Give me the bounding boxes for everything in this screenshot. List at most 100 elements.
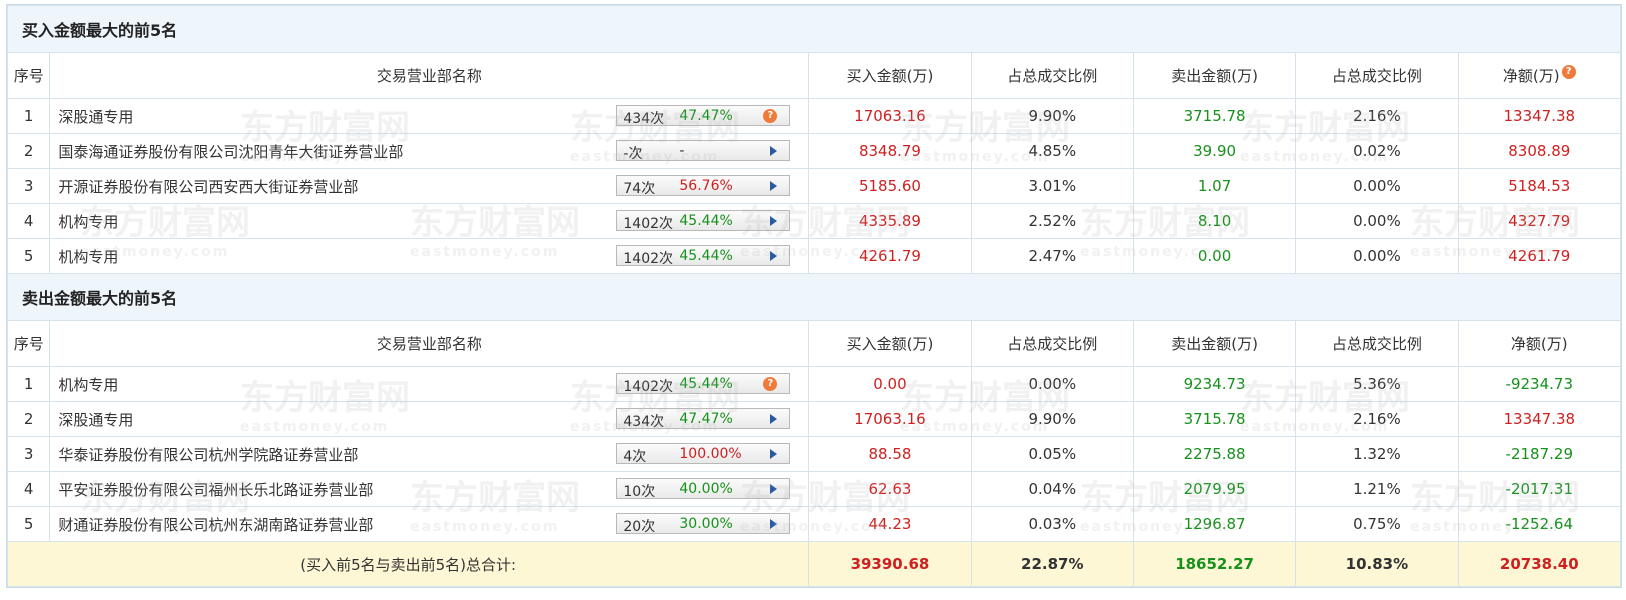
seat-cell: 国泰海通证券股份有限公司沈阳青年大街证券营业部 -次 - [49,133,810,169]
buy-amount: 4335.89 [808,203,972,239]
seat-stats-button[interactable]: 434次 47.47%? [616,105,791,127]
table-row: 1 深股通专用 434次 47.47%? 17063.16 9.90% 3715.78 2.1… [6,98,1622,134]
col-header-index: 序号 [6,52,51,99]
row-index: 3 [6,168,51,204]
seat-count: 434次 [623,414,665,430]
total-buy: 39390.68 [808,541,972,587]
sell-amount: 39.90 [1132,133,1297,169]
table-row: 2 深股通专用 434次 47.47% 17063.16 9.90% 3715.78 2.16… [6,401,1622,437]
net-amount: -1252.64 [1457,506,1622,542]
seat-name-link[interactable]: 平安证券股份有限公司福州长乐北路证券营业部 [58,479,373,500]
seat-name-link[interactable]: 机构专用 [58,246,118,267]
net-amount: 13347.38 [1457,98,1622,134]
col-header-sell-ratio: 占总成交比例 [1295,52,1459,99]
seat-cell: 机构专用 1402次 45.44%? [49,366,810,402]
sell-ratio: 0.02% [1295,133,1459,169]
buy-section-title: 买入金额最大的前5名 [7,5,1621,53]
seat-name-link[interactable]: 开源证券股份有限公司西安西大街证券营业部 [58,176,358,197]
col-header-sell-amount: 卖出金额(万) [1132,52,1297,99]
seat-cell: 深股通专用 434次 47.47% [49,401,810,437]
total-sell-ratio: 10.83% [1295,541,1459,587]
expand-arrow-icon[interactable] [770,449,778,459]
sell-ratio: 1.32% [1295,436,1459,472]
buy-ratio: 2.52% [970,203,1134,239]
row-index: 5 [6,506,51,542]
seat-stats-button[interactable]: 1402次 45.44%? [616,373,791,395]
row-index: 4 [6,471,51,507]
net-amount: -2187.29 [1457,436,1622,472]
col-header-buy-ratio: 占总成交比例 [970,52,1134,99]
buy-ratio: 4.85% [970,133,1134,169]
sell-rows: 1 机构专用 1402次 45.44%? 0.00 0.00% 9234.73 5.36% -9… [6,366,1622,542]
dragon-tiger-table: 买入金额最大的前5名 序号 交易营业部名称 买入金额(万) 占总成交比例 卖出金… [6,4,1622,588]
buy-amount: 88.58 [808,436,972,472]
sell-ratio: 0.00% [1295,238,1459,274]
table-row: 3 开源证券股份有限公司西安西大街证券营业部 74次 56.76% 5185.60 3.0… [6,168,1622,204]
expand-arrow-icon[interactable] [770,414,778,424]
seat-win-rate: 30.00% [679,516,733,532]
seat-name-link[interactable]: 机构专用 [58,374,118,395]
seat-win-rate: - [679,143,685,159]
seat-stats-button[interactable]: 10次 40.00% [616,478,791,500]
sell-ratio: 5.36% [1295,366,1459,402]
seat-name-link[interactable]: 华泰证券股份有限公司杭州学院路证券营业部 [58,444,358,465]
buy-ratio: 3.01% [970,168,1134,204]
net-amount: 5184.53 [1457,168,1622,204]
net-amount: -2017.31 [1457,471,1622,507]
row-index: 5 [6,238,51,274]
seat-name-link[interactable]: 国泰海通证券股份有限公司沈阳青年大街证券营业部 [58,141,403,162]
net-amount: 4261.79 [1457,238,1622,274]
expand-arrow-icon[interactable] [770,251,778,261]
expand-arrow-icon[interactable] [770,146,778,156]
seat-count: 10次 [623,484,656,500]
seat-stats-button[interactable]: 1402次 45.44% [616,245,791,267]
seat-win-rate: 45.44% [679,376,733,392]
col-header-buy-amount: 买入金额(万) [808,320,972,367]
seat-name-link[interactable]: 深股通专用 [58,106,133,127]
help-icon[interactable]: ? [1561,65,1576,79]
seat-count: 4次 [623,449,647,465]
buy-ratio: 2.47% [970,238,1134,274]
sell-amount: 3715.78 [1132,98,1297,134]
seat-cell: 深股通专用 434次 47.47%? [49,98,810,134]
col-header-seat-name: 交易营业部名称 [49,52,810,99]
seat-stats-button[interactable]: 1402次 45.44% [616,210,791,232]
seat-stats-button[interactable]: 74次 56.76% [616,175,791,197]
seat-win-rate: 47.47% [679,108,733,124]
buy-ratio: 9.90% [970,98,1134,134]
seat-cell: 机构专用 1402次 45.44% [49,203,810,239]
expand-arrow-icon[interactable] [770,519,778,529]
expand-arrow-icon[interactable] [770,484,778,494]
sell-amount: 2079.95 [1132,471,1297,507]
help-icon[interactable]: ? [763,377,778,391]
net-amount: 13347.38 [1457,401,1622,437]
expand-arrow-icon[interactable] [770,216,778,226]
table-row: 2 国泰海通证券股份有限公司沈阳青年大街证券营业部 -次 - 8348.79 4.85% 3… [6,133,1622,169]
seat-stats-button[interactable]: -次 - [616,140,791,162]
seat-name-link[interactable]: 深股通专用 [58,409,133,430]
sell-ratio: 2.16% [1295,98,1459,134]
seat-stats-button[interactable]: 4次 100.00% [616,443,791,465]
buy-amount: 5185.60 [808,168,972,204]
seat-stats-button[interactable]: 434次 47.47% [616,408,791,430]
help-icon[interactable]: ? [763,109,778,123]
sell-section: 卖出金额最大的前5名 序号 交易营业部名称 买入金额(万) 占总成交比例 卖出金… [6,273,1622,367]
expand-arrow-icon[interactable] [770,181,778,191]
seat-count: 20次 [623,519,656,535]
sell-amount: 2275.88 [1132,436,1297,472]
sell-amount: 3715.78 [1132,401,1297,437]
seat-name-link[interactable]: 财通证券股份有限公司杭州东湖南路证券营业部 [58,514,373,535]
buy-ratio: 0.03% [970,506,1134,542]
seat-count: 1402次 [623,379,674,395]
sell-ratio: 1.21% [1295,471,1459,507]
col-header-net: 净额(万) [1457,320,1622,367]
buy-amount: 4261.79 [808,238,972,274]
seat-cell: 机构专用 1402次 45.44% [49,238,810,274]
buy-amount: 44.23 [808,506,972,542]
table-row: 5 机构专用 1402次 45.44% 4261.79 2.47% 0.00 0.00% 426… [6,238,1622,274]
seat-name-link[interactable]: 机构专用 [58,211,118,232]
seat-count: 74次 [623,181,656,197]
table-row: 4 机构专用 1402次 45.44% 4335.89 2.52% 8.10 0.00% 432… [6,203,1622,239]
seat-stats-button[interactable]: 20次 30.00% [616,513,791,535]
sell-ratio: 2.16% [1295,401,1459,437]
